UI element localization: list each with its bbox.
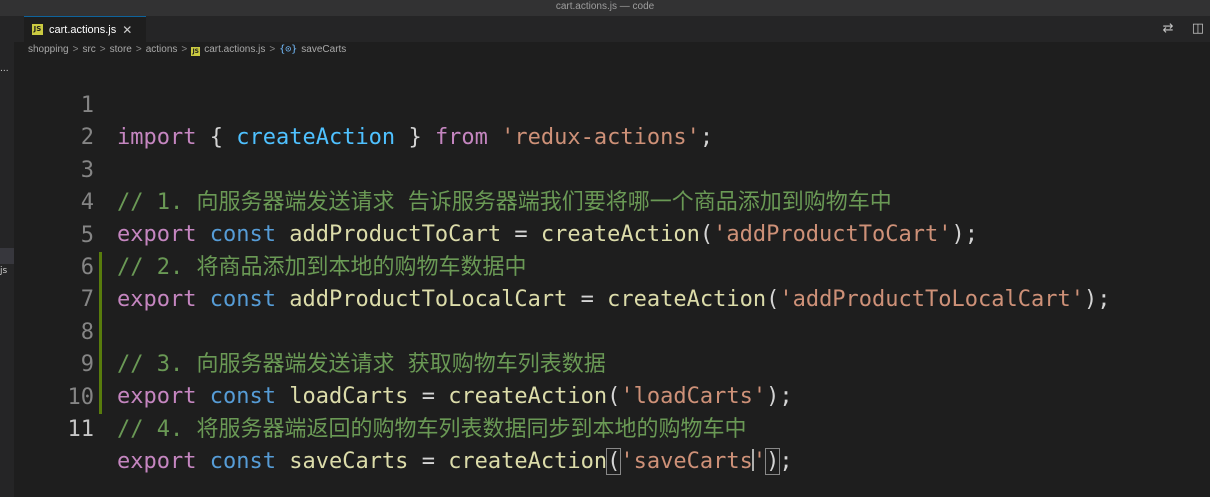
code-comment: // 4. 将服务器端返回的购物车列表数据同步到本地的购物车中 <box>117 416 747 442</box>
window-title: cart.actions.js — code <box>0 0 1210 16</box>
tab-label: cart.actions.js <box>49 23 117 36</box>
code-line[interactable]: 3 // 1. 向服务器端发送请求 告诉服务器端我们要将哪一个商品添加到购物车中 <box>14 123 1210 215</box>
code-line-active[interactable]: 11 export const saveCarts = createAction… <box>14 382 1210 475</box>
chevron-right-icon: > <box>181 44 188 55</box>
breadcrumb-item[interactable]: cart.actions.js <box>204 44 265 55</box>
chevron-right-icon: > <box>135 44 142 55</box>
explorer-selected-row[interactable] <box>0 248 14 264</box>
code-line[interactable]: 4 export const addProductToCart = create… <box>14 155 1210 247</box>
line-number: 11 <box>67 417 95 442</box>
code-line[interactable]: 10 // 4. 将服务器端返回的购物车列表数据同步到本地的购物车中 <box>14 350 1210 442</box>
breadcrumb-item[interactable]: src <box>82 44 95 55</box>
breadcrumb-item[interactable]: store <box>110 44 132 55</box>
code-line[interactable]: 6 export const addProductToLocalCart = c… <box>14 220 1210 312</box>
explorer-fragment[interactable]: js <box>0 266 7 276</box>
code-line[interactable]: 8 // 3. 向服务器端发送请求 获取购物车列表数据 <box>14 285 1210 377</box>
explorer-fragment[interactable]: ... <box>0 64 9 74</box>
matching-paren: ( <box>606 448 622 475</box>
code-line[interactable]: 5 // 2. 将商品添加到本地的购物车数据中 <box>14 188 1210 280</box>
semicolon: ; <box>779 449 793 474</box>
symbol-variable-icon: {⊙} <box>279 44 298 55</box>
tab-cart-actions[interactable]: JS cart.actions.js ✕ <box>24 16 146 42</box>
string-literal: 'saveCarts <box>620 449 753 474</box>
code-line[interactable]: 7 <box>14 252 1210 312</box>
breadcrumb-item[interactable]: actions <box>146 44 178 55</box>
close-icon[interactable]: ✕ <box>122 23 132 37</box>
breadcrumb-item[interactable]: saveCarts <box>301 44 346 55</box>
breadcrumb: shopping > src > store > actions > JS cart.action… <box>28 42 346 58</box>
compare-changes-icon[interactable]: ⇄ <box>1163 21 1174 36</box>
code-line[interactable]: 1 import { createAction } from 'redux-ac… <box>14 58 1210 150</box>
operator: = <box>421 449 435 474</box>
split-editor-icon[interactable]: ◫ <box>1192 21 1204 36</box>
string-literal-end: ' <box>752 449 767 474</box>
chevron-right-icon: > <box>99 44 106 55</box>
code-line[interactable]: 2 <box>14 90 1210 150</box>
code-line[interactable]: 9 export const loadCarts = createAction(… <box>14 317 1210 409</box>
function-call: createAction <box>448 449 608 474</box>
editor-window: cart.actions.js — code ... js JS cart.ac… <box>0 0 1210 497</box>
explorer-panel-edge: ... js <box>0 16 14 497</box>
tab-bar: JS cart.actions.js ✕ ⇄ ◫ <box>14 16 1210 42</box>
js-file-icon: JS <box>191 47 201 56</box>
breadcrumb-item[interactable]: shopping <box>28 44 69 55</box>
matching-paren: ) <box>765 448 781 475</box>
keyword-const: const <box>209 449 276 474</box>
chevron-right-icon: > <box>269 44 276 55</box>
editor-actions: ⇄ ◫ <box>1149 21 1204 36</box>
keyword-export: export <box>117 449 197 474</box>
chevron-right-icon: > <box>72 44 79 55</box>
identifier: saveCarts <box>289 449 409 474</box>
code-text: export const saveCarts = createAction('s… <box>117 446 793 478</box>
js-file-icon: JS <box>32 24 43 35</box>
code-editor[interactable]: 1 import { createAction } from 'redux-ac… <box>14 58 1210 497</box>
